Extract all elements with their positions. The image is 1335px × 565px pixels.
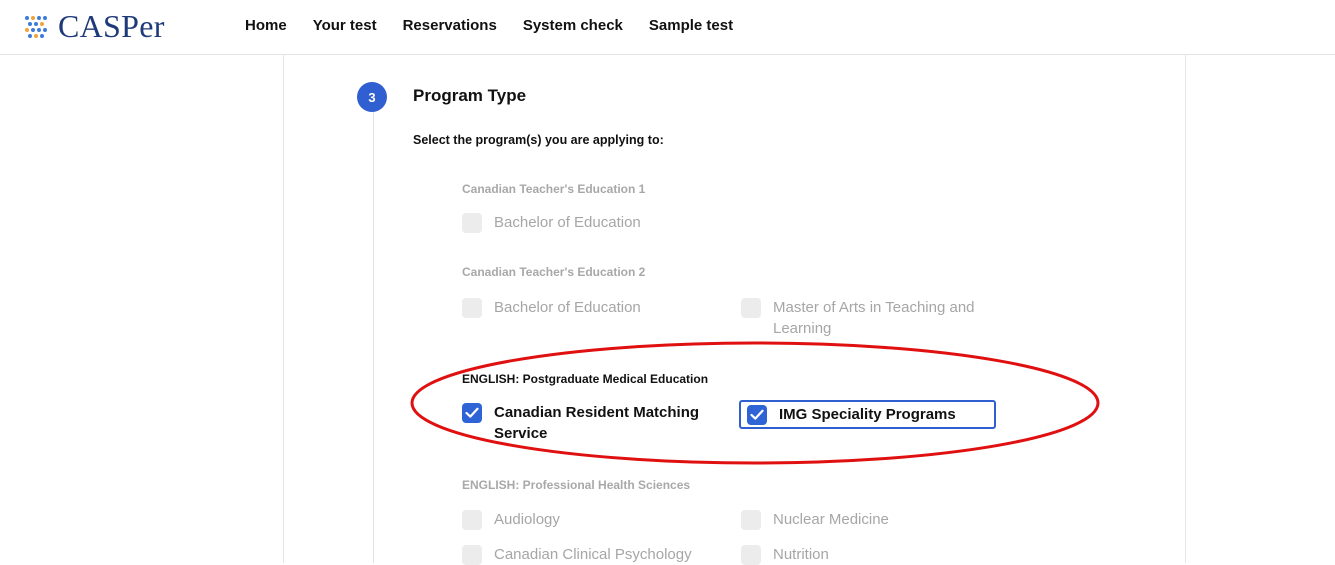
step-number-badge: 3 xyxy=(357,82,387,112)
checkmark-icon xyxy=(465,407,479,418)
option-label: Bachelor of Education xyxy=(494,299,641,316)
main-nav: Home Your test Reservations System check… xyxy=(245,17,759,34)
option-label: IMG Speciality Programs xyxy=(779,406,956,423)
checkbox[interactable] xyxy=(462,213,482,233)
option-label: Nuclear Medicine xyxy=(773,511,889,528)
option-label: Nutrition xyxy=(773,546,829,563)
checkbox-checked[interactable] xyxy=(462,403,482,423)
top-header: CASPer Home Your test Reservations Syste… xyxy=(0,0,1335,55)
option-master-of-arts-teaching[interactable]: Master of Arts in Teaching and Learning xyxy=(741,297,1021,339)
nav-reservations[interactable]: Reservations xyxy=(403,17,497,34)
casper-logo[interactable]: CASPer xyxy=(22,8,165,44)
option-nutrition[interactable]: Nutrition xyxy=(741,544,829,565)
option-canadian-clinical-psychology[interactable]: Canadian Clinical Psychology xyxy=(462,544,692,565)
checkbox[interactable] xyxy=(462,545,482,565)
nav-home[interactable]: Home xyxy=(245,17,287,34)
option-img-speciality-programs[interactable]: IMG Speciality Programs xyxy=(739,400,996,429)
group-label-postgraduate-medical: ENGLISH: Postgraduate Medical Education xyxy=(462,372,709,386)
checkbox[interactable] xyxy=(741,510,761,530)
checkbox[interactable] xyxy=(462,510,482,530)
checkbox[interactable] xyxy=(462,298,482,318)
option-bachelor-of-education-2[interactable]: Bachelor of Education xyxy=(462,297,641,318)
brand-name: CASPer xyxy=(58,7,165,44)
nav-system-check[interactable]: System check xyxy=(523,17,623,34)
checkbox[interactable] xyxy=(741,298,761,318)
checkbox-checked[interactable] xyxy=(747,405,767,425)
step-connector-line xyxy=(373,106,374,563)
group-label-teachers-education-2: Canadian Teacher's Education 2 xyxy=(462,265,646,279)
section-title: Program Type xyxy=(413,86,527,105)
checkbox[interactable] xyxy=(741,545,761,565)
nav-sample-test[interactable]: Sample test xyxy=(649,17,733,34)
option-label: Audiology xyxy=(494,511,560,528)
checkmark-icon xyxy=(750,409,764,420)
logo-dots-icon xyxy=(25,16,47,38)
option-audiology[interactable]: Audiology xyxy=(462,509,560,530)
instruction-text: Select the program(s) you are applying t… xyxy=(413,133,664,147)
option-label: Master of Arts in Teaching and Learning xyxy=(773,299,975,337)
group-label-professional-health: ENGLISH: Professional Health Sciences xyxy=(462,478,691,492)
option-label: Canadian Clinical Psychology xyxy=(494,546,692,563)
option-label: Bachelor of Education xyxy=(494,214,641,231)
option-nuclear-medicine[interactable]: Nuclear Medicine xyxy=(741,509,889,530)
nav-your-test[interactable]: Your test xyxy=(313,17,377,34)
group-label-teachers-education-1: Canadian Teacher's Education 1 xyxy=(462,182,646,196)
form-panel xyxy=(283,54,1186,563)
option-label: Canadian Resident Matching Service xyxy=(494,404,700,442)
option-bachelor-of-education-1[interactable]: Bachelor of Education xyxy=(462,212,641,233)
option-canadian-resident-matching[interactable]: Canadian Resident Matching Service xyxy=(462,402,722,444)
